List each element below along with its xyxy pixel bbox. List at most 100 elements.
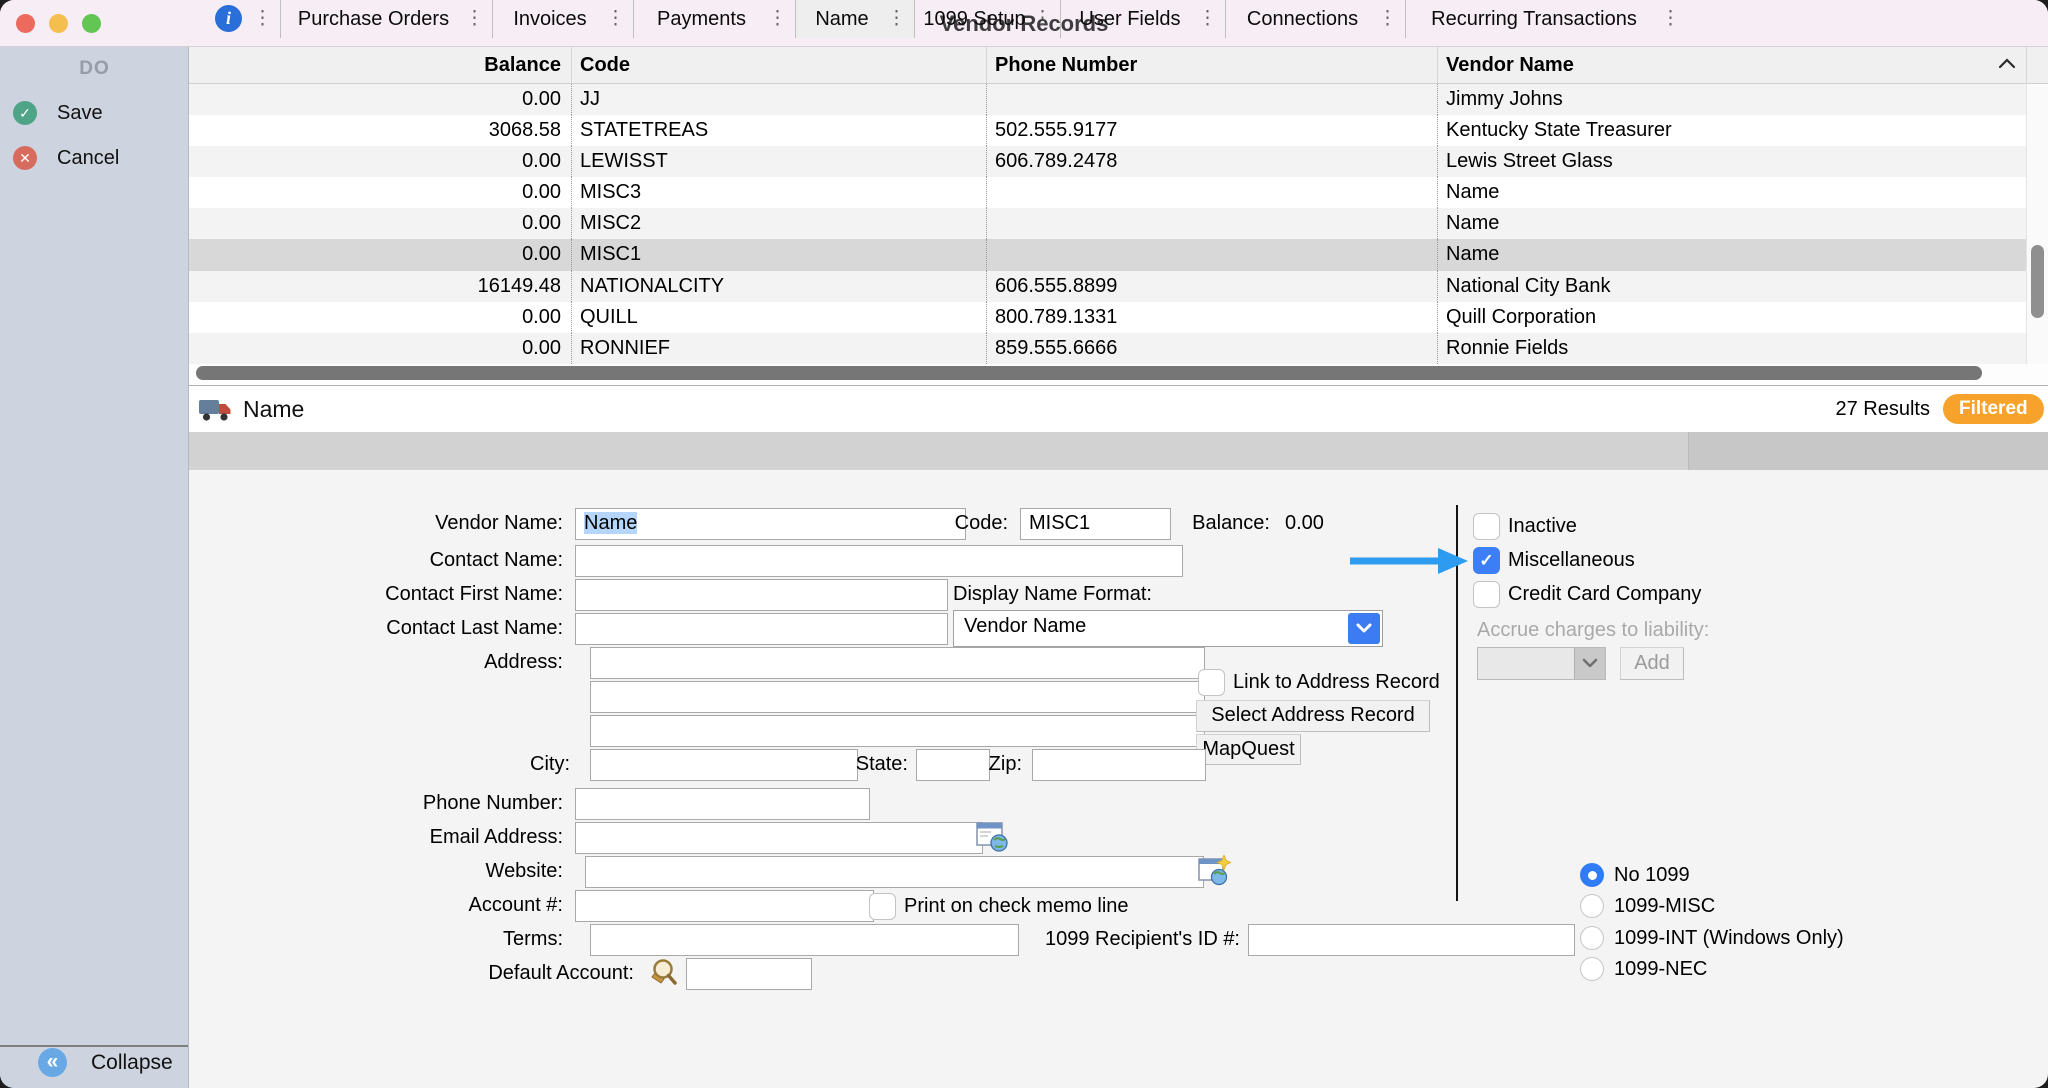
- radio-no-1099-label: No 1099: [1614, 863, 1690, 887]
- address-line1-input[interactable]: [590, 647, 1205, 679]
- credit-card-company-checkbox[interactable]: [1473, 581, 1500, 608]
- tab-1099-setup[interactable]: 1099 Setup ⋮: [914, 0, 1060, 38]
- action-sidebar: [0, 47, 189, 1088]
- contact-last-name-input[interactable]: [575, 613, 948, 645]
- column-header-code[interactable]: Code: [571, 47, 986, 83]
- terms-label: Terms:: [240, 924, 563, 954]
- open-website-icon[interactable]: [1198, 855, 1231, 886]
- cell-phone: [986, 177, 1437, 208]
- tab-drag-handle-icon: ⋮: [768, 0, 787, 38]
- table-row[interactable]: 0.00 MISC2 Name: [189, 208, 2026, 239]
- recipient-id-input[interactable]: [1248, 924, 1575, 956]
- address-line2-input[interactable]: [590, 681, 1205, 713]
- city-input[interactable]: [590, 749, 858, 781]
- city-label: City:: [380, 749, 570, 779]
- cell-balance: 16149.48: [189, 271, 571, 302]
- table-row[interactable]: 16149.48 NATIONALCITY 606.555.8899 Natio…: [189, 271, 2026, 302]
- cell-code: MISC2: [571, 208, 986, 239]
- collapse-button[interactable]: « Collapse: [38, 1048, 173, 1077]
- tab-invoices[interactable]: Invoices ⋮: [492, 0, 633, 38]
- chevron-down-icon: [1348, 613, 1380, 644]
- cell-code: JJ: [571, 84, 986, 115]
- vertical-scrollbar-thumb[interactable]: [2031, 245, 2044, 318]
- tab-connections[interactable]: Connections ⋮: [1225, 0, 1405, 38]
- address-line3-input[interactable]: [590, 715, 1205, 747]
- link-to-address-checkbox[interactable]: [1198, 669, 1225, 696]
- horizontal-scrollbar-thumb[interactable]: [196, 366, 1982, 380]
- column-header-vendor-name[interactable]: Vendor Name: [1437, 47, 2026, 83]
- cell-balance: 0.00: [189, 302, 571, 333]
- sort-ascending-icon[interactable]: [1997, 58, 2017, 70]
- cell-phone: 606.555.8899: [986, 271, 1437, 302]
- cell-balance: 0.00: [189, 177, 571, 208]
- table-row-selected[interactable]: 0.00 MISC1 Name: [189, 239, 2026, 270]
- tab-purchase-orders[interactable]: Purchase Orders ⋮: [280, 0, 492, 38]
- cell-balance: 0.00: [189, 146, 571, 177]
- cell-vendor: National City Bank: [1437, 271, 2026, 302]
- email-address-input[interactable]: [575, 822, 983, 854]
- tab-user-fields[interactable]: User Fields ⋮: [1060, 0, 1225, 38]
- collapse-chevrons-icon: «: [38, 1048, 67, 1077]
- code-label: Code:: [880, 508, 1008, 538]
- print-memo-checkbox[interactable]: [869, 893, 896, 920]
- tab-label: Purchase Orders: [281, 0, 466, 38]
- cell-vendor: Name: [1437, 208, 2026, 239]
- detail-record-title: Name: [243, 386, 304, 432]
- contact-name-input[interactable]: [575, 545, 1183, 577]
- tab-drag-handle-icon: ⋮: [465, 0, 484, 38]
- inactive-checkbox[interactable]: [1473, 513, 1500, 540]
- contact-first-name-input[interactable]: [575, 579, 948, 611]
- column-header-phone[interactable]: Phone Number: [986, 47, 1437, 83]
- tab-name-selected[interactable]: Name ⋮: [795, 0, 914, 38]
- save-check-icon: ✓: [13, 101, 37, 125]
- pointer-arrow-icon: [1350, 547, 1468, 575]
- table-row[interactable]: 0.00 LEWISST 606.789.2478 Lewis Street G…: [189, 146, 2026, 177]
- add-liability-button[interactable]: Add: [1620, 647, 1684, 680]
- vertical-scrollbar-track[interactable]: [2026, 84, 2048, 364]
- display-name-format-dropdown[interactable]: Vendor Name: [953, 610, 1383, 647]
- account-lookup-icon[interactable]: [648, 957, 678, 988]
- save-button-label: Save: [57, 102, 103, 125]
- miscellaneous-label: Miscellaneous: [1508, 548, 1635, 572]
- credit-card-company-label: Credit Card Company: [1508, 582, 1701, 606]
- liability-account-dropdown-disabled[interactable]: [1477, 647, 1606, 680]
- table-row[interactable]: 0.00 RONNIEF 859.555.6666 Ronnie Fields: [189, 333, 2026, 364]
- zip-input[interactable]: [1032, 749, 1206, 781]
- mapquest-button[interactable]: MapQuest: [1196, 734, 1301, 765]
- table-row[interactable]: 3068.58 STATETREAS 502.555.9177 Kentucky…: [189, 115, 2026, 146]
- radio-no-1099[interactable]: [1580, 863, 1604, 887]
- tab-recurring-transactions[interactable]: Recurring Transactions ⋮: [1405, 0, 1688, 38]
- cell-balance: 3068.58: [189, 115, 571, 146]
- website-input[interactable]: [585, 856, 1204, 888]
- tab-payments[interactable]: Payments ⋮: [633, 0, 795, 38]
- radio-1099-int[interactable]: [1580, 926, 1604, 950]
- account-number-input[interactable]: [575, 890, 874, 922]
- tab-info[interactable]: i ⋮: [189, 0, 280, 38]
- tab-drag-handle-icon: ⋮: [1661, 0, 1680, 38]
- cell-code: MISC3: [571, 177, 986, 208]
- radio-1099-misc[interactable]: [1580, 894, 1604, 918]
- save-button[interactable]: ✓ Save: [13, 101, 103, 125]
- cancel-button[interactable]: ✕ Cancel: [13, 146, 119, 170]
- radio-1099-nec[interactable]: [1580, 957, 1604, 981]
- table-row[interactable]: 0.00 JJ Jimmy Johns: [189, 84, 2026, 115]
- column-header-balance[interactable]: Balance: [189, 47, 571, 83]
- tab-label: User Fields: [1061, 0, 1199, 38]
- filtered-badge[interactable]: Filtered: [1943, 394, 2044, 424]
- miscellaneous-checkbox[interactable]: ✓: [1473, 547, 1500, 574]
- sidebar-divider: [0, 1045, 188, 1047]
- compose-email-icon[interactable]: [976, 822, 1008, 852]
- tab-label: Recurring Transactions: [1406, 0, 1662, 38]
- vendor-records-window: Vendor Records DO ✓ Save ✕ Cancel « Coll…: [0, 0, 2048, 1088]
- table-row[interactable]: 0.00 MISC3 Name: [189, 177, 2026, 208]
- default-account-input[interactable]: [686, 958, 812, 990]
- cancel-button-label: Cancel: [57, 147, 119, 170]
- website-label: Website:: [240, 856, 563, 886]
- results-count: 27 Results: [1730, 394, 1930, 424]
- phone-number-input[interactable]: [575, 788, 870, 820]
- terms-input[interactable]: [590, 924, 1019, 956]
- chevron-down-icon: [1574, 648, 1605, 679]
- table-row[interactable]: 0.00 QUILL 800.789.1331 Quill Corporatio…: [189, 302, 2026, 333]
- cell-code: QUILL: [571, 302, 986, 333]
- select-address-record-button[interactable]: Select Address Record: [1196, 700, 1430, 732]
